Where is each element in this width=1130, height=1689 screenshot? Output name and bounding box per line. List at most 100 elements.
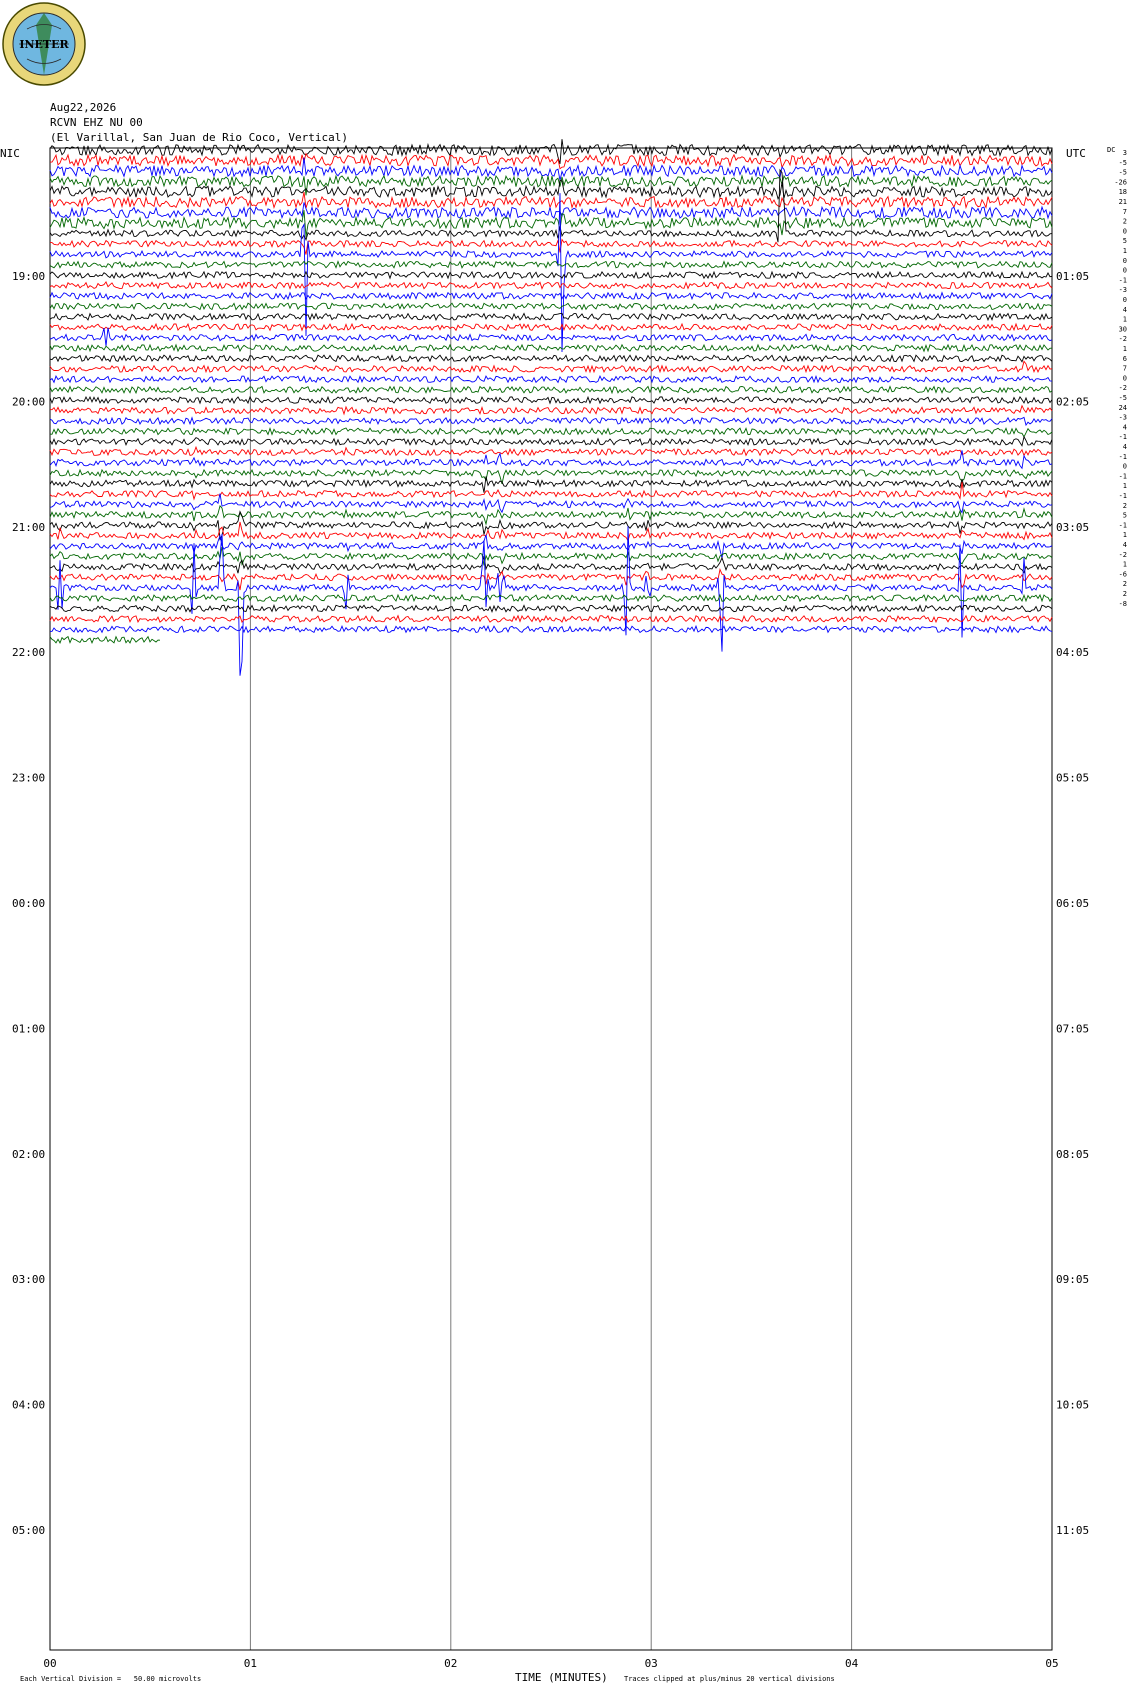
station-label: RCVN EHZ NU 00 [50, 116, 143, 129]
dc-offset-value: -2 [1119, 335, 1127, 343]
trace-row [49, 493, 1053, 514]
dc-offset-value: 24 [1119, 404, 1127, 412]
right-hour-label: 09:05 [1056, 1273, 1089, 1286]
x-axis-title: TIME (MINUTES) [515, 1671, 608, 1684]
dc-offset-value: 2 [1123, 218, 1127, 226]
left-hour-label: 01:00 [12, 1022, 45, 1035]
left-hour-label: 21:00 [12, 521, 45, 534]
dc-offset-value: -5 [1119, 159, 1127, 167]
dc-offset-value: 1 [1123, 247, 1127, 255]
dc-offset-value: 5 [1123, 512, 1127, 520]
trace-row [49, 385, 1053, 395]
trace-row [49, 312, 1053, 322]
left-hour-label: 02:00 [12, 1148, 45, 1161]
trace-row [49, 426, 1053, 438]
ineter-logo: INETER [2, 2, 86, 86]
minute-gridlines [49, 148, 1053, 1650]
dc-offset-value: 30 [1119, 325, 1127, 333]
x-tick-label: 02 [444, 1657, 457, 1670]
dc-offset-value: 2 [1123, 580, 1127, 588]
trace-row [49, 174, 1053, 196]
trace-row [49, 374, 1053, 384]
trace-row [49, 395, 1053, 405]
left-hour-label: 04:00 [12, 1399, 45, 1412]
trace-row [49, 526, 1053, 676]
dc-offset-value: -5 [1119, 394, 1127, 402]
dc-label: DC [1107, 146, 1115, 154]
trace-row [49, 614, 1053, 624]
dc-offset-value: 1 [1123, 531, 1127, 539]
dc-offset-value: -3 [1119, 414, 1127, 422]
x-tick-label: 04 [845, 1657, 859, 1670]
dc-offset-value: 5 [1123, 237, 1127, 245]
right-hour-labels: 01:05 02:05 03:05 04:05 05:05 06:05 07:05 08:05… [1056, 270, 1089, 1537]
left-hour-labels: 19:00 20:00 21:00 22:00 23:00 00:00 01:00 02:00… [12, 270, 45, 1537]
clip-note: Traces clipped at plus/minus 20 vertical… [624, 1675, 835, 1683]
trace-row [49, 416, 1053, 427]
trace-row [49, 270, 1053, 280]
logo-label: INETER [19, 38, 69, 51]
trace-row [49, 604, 1053, 613]
dc-offset-value: 18 [1119, 188, 1127, 196]
dc-offset-value: 4 [1123, 423, 1127, 431]
trace-row [49, 593, 1053, 603]
dc-offset-value: 1 [1123, 482, 1127, 490]
left-hour-label: 20:00 [12, 395, 45, 408]
dc-offset-value: -8 [1119, 600, 1127, 608]
dc-offset-value: 4 [1123, 541, 1127, 549]
dc-offset-value: 6 [1123, 355, 1127, 363]
left-timezone-label: NIC [0, 147, 20, 160]
trace-row [49, 360, 1053, 374]
trace-row [49, 450, 1053, 470]
trace-row [49, 510, 1053, 541]
dc-offset-value: 0 [1123, 296, 1127, 304]
trace-row [49, 327, 1053, 347]
left-hour-label: 22:00 [12, 646, 45, 659]
trace-row [49, 521, 1053, 542]
helicorder-plot: INETER Aug22,2026 RCVN EHZ NU 00 (El Var… [0, 2, 1127, 1684]
right-hour-label: 05:05 [1056, 772, 1089, 785]
dc-offset-value: 7 [1123, 208, 1127, 216]
dc-offset-value: 1 [1123, 561, 1127, 569]
left-hour-label: 00:00 [12, 897, 45, 910]
dc-offset-value: 0 [1123, 374, 1127, 382]
x-axis-ticks: 00 01 02 03 04 05 [43, 1657, 1058, 1670]
dc-offset-value: -1 [1119, 276, 1127, 284]
trace-row [49, 635, 161, 644]
trace-row [49, 404, 1053, 416]
right-hour-label: 07:05 [1056, 1022, 1089, 1035]
dc-offset-value: -1 [1119, 472, 1127, 480]
trace-row [49, 322, 1053, 332]
trace-row [49, 504, 1053, 526]
dc-offset-value: -26 [1114, 178, 1127, 186]
right-hour-label: 03:05 [1056, 521, 1089, 534]
scale-note: Each Vertical Division = 50.00 microvolt… [20, 1675, 201, 1683]
dc-offset-value: -5 [1119, 169, 1127, 177]
left-hour-label: 23:00 [12, 772, 45, 785]
trace-row [49, 291, 1053, 301]
right-hour-label: 06:05 [1056, 897, 1089, 910]
trace-row [49, 468, 1053, 485]
dc-offset-value: -6 [1119, 570, 1127, 578]
dc-offset-value: 0 [1123, 267, 1127, 275]
dc-offset-value: 2 [1123, 590, 1127, 598]
x-tick-label: 00 [43, 1657, 56, 1670]
trace-row [49, 481, 1053, 501]
right-hour-label: 02:05 [1056, 395, 1089, 408]
plot-frame [49, 147, 1053, 1651]
dc-offset-value: 2 [1123, 502, 1127, 510]
right-hour-label: 08:05 [1056, 1148, 1089, 1161]
trace-row [49, 260, 1053, 269]
trace-row [49, 556, 1053, 574]
dc-offset-value: -1 [1119, 492, 1127, 500]
dc-offset-value: 21 [1119, 198, 1127, 206]
dc-offset-value: 7 [1123, 365, 1127, 373]
trace-row [49, 435, 1053, 447]
dc-offset-value: -1 [1119, 453, 1127, 461]
x-tick-label: 01 [244, 1657, 257, 1670]
dc-offset-value: -1 [1119, 521, 1127, 529]
trace-row [49, 302, 1053, 311]
dc-offset-value: -3 [1119, 286, 1127, 294]
right-timezone-label: UTC [1066, 147, 1086, 160]
dc-offset-value: 4 [1123, 306, 1127, 314]
